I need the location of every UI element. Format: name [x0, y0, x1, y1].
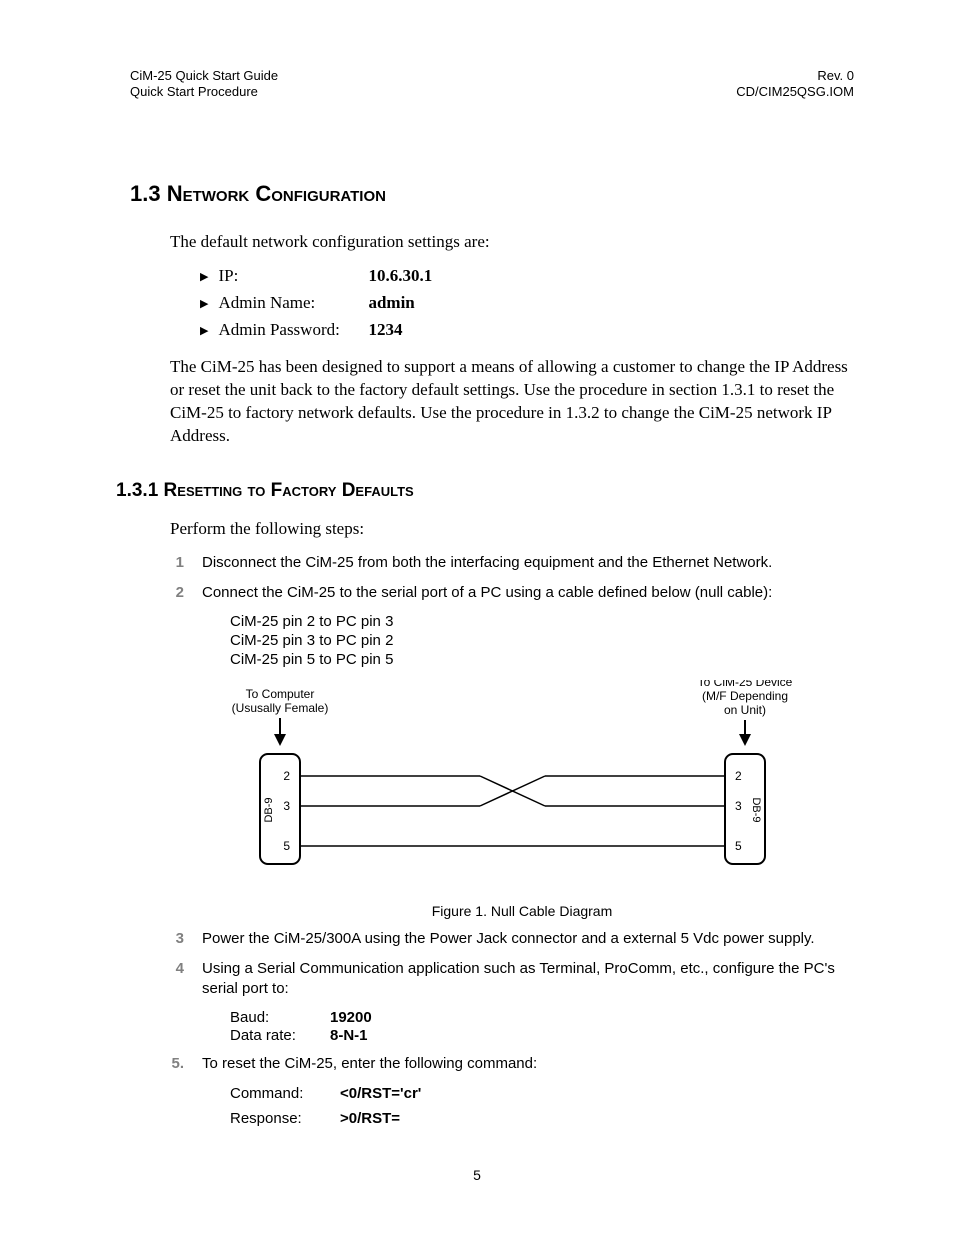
default-value: 1234	[368, 319, 402, 342]
fig-pin: 5	[283, 839, 290, 853]
pin-line: CiM-25 pin 5 to PC pin 5	[230, 651, 854, 670]
fig-right-label-2: (M/F Depending	[702, 689, 788, 703]
fig-pin: 2	[283, 769, 290, 783]
section-number: 1.3	[130, 181, 161, 206]
list-item: ▶ Admin Name: admin	[200, 292, 854, 315]
header-right-line1: Rev. 0	[817, 68, 854, 83]
step-number: 4	[170, 959, 184, 1000]
serial-label: Baud:	[230, 1009, 330, 1026]
fig-right-label-3: on Unit)	[724, 703, 766, 717]
page-number: 5	[0, 1167, 954, 1183]
fig-left-label-1: To Computer	[246, 687, 315, 701]
list-item: ▶ IP: 10.6.30.1	[200, 265, 854, 288]
figure-caption: Figure 1. Null Cable Diagram	[190, 903, 854, 919]
steps-list-cont: 3 Power the CiM-25/300A using the Power …	[170, 929, 854, 1000]
default-value: 10.6.30.1	[368, 265, 432, 288]
serial-row: Data rate: 8-N-1	[230, 1027, 854, 1044]
steps-list-cont2: 5. To reset the CiM-25, enter the follow…	[170, 1054, 854, 1074]
fig-left-label-2: (Ususally Female)	[232, 701, 329, 715]
header-left: CiM-25 Quick Start Guide Quick Start Pro…	[130, 68, 278, 101]
fig-pin: 3	[735, 799, 742, 813]
step-item: 3 Power the CiM-25/300A using the Power …	[170, 929, 854, 949]
pin-line: CiM-25 pin 2 to PC pin 3	[230, 613, 854, 632]
step-number: 1	[170, 553, 184, 573]
triangle-icon: ▶	[200, 299, 208, 310]
serial-settings-block: Baud: 19200 Data rate: 8-N-1	[230, 1009, 854, 1044]
header-right-line2: CD/CIM25QSG.IOM	[736, 84, 854, 99]
triangle-icon: ▶	[200, 272, 208, 283]
step-item: 4 Using a Serial Communication applicati…	[170, 959, 854, 1000]
subsection-intro: Perform the following steps:	[170, 518, 854, 541]
fig-db9-right: DB-9	[750, 797, 762, 822]
step-text: Using a Serial Communication application…	[202, 959, 854, 1000]
figure-null-cable: To Computer (Ususally Female) To CiM-25 …	[190, 680, 854, 919]
fig-pin: 2	[735, 769, 742, 783]
command-value: >0/RST=	[340, 1110, 400, 1127]
step-text: Disconnect the CiM-25 from both the inte…	[202, 553, 854, 573]
page-header: CiM-25 Quick Start Guide Quick Start Pro…	[130, 68, 854, 101]
null-cable-diagram: To Computer (Ususally Female) To CiM-25 …	[190, 680, 810, 880]
default-label: Admin Password:	[218, 319, 358, 342]
default-label: Admin Name:	[218, 292, 358, 315]
defaults-list: ▶ IP: 10.6.30.1 ▶ Admin Name: admin ▶ Ad…	[200, 265, 854, 342]
step-number: 2	[170, 583, 184, 603]
step-number: 3	[170, 929, 184, 949]
step-text: To reset the CiM-25, enter the following…	[202, 1054, 854, 1074]
header-left-line1: CiM-25 Quick Start Guide	[130, 68, 278, 83]
default-label: IP:	[218, 265, 358, 288]
fig-right-label-1: To CiM-25 Device	[698, 680, 793, 689]
fig-pin: 3	[283, 799, 290, 813]
fig-pin: 5	[735, 839, 742, 853]
fig-db9-left: DB-9	[263, 797, 275, 822]
default-value: admin	[368, 292, 414, 315]
subsection-number: 1.3.1	[116, 480, 158, 501]
command-label: Command:	[230, 1085, 340, 1102]
step-item: 2 Connect the CiM-25 to the serial port …	[170, 583, 854, 603]
command-value: <0/RST='cr'	[340, 1085, 421, 1102]
serial-label: Data rate:	[230, 1027, 330, 1044]
header-right: Rev. 0 CD/CIM25QSG.IOM	[736, 68, 854, 101]
pin-mapping-block: CiM-25 pin 2 to PC pin 3 CiM-25 pin 3 to…	[230, 613, 854, 669]
header-left-line2: Quick Start Procedure	[130, 84, 258, 99]
step-number: 5.	[170, 1054, 184, 1074]
step-text: Connect the CiM-25 to the serial port of…	[202, 583, 854, 603]
subsection-title: Resetting to Factory Defaults	[164, 480, 414, 501]
pin-line: CiM-25 pin 3 to PC pin 2	[230, 632, 854, 651]
step-item: 5. To reset the CiM-25, enter the follow…	[170, 1054, 854, 1074]
section-body: The default network configuration settin…	[170, 231, 854, 449]
command-row: Response: >0/RST=	[230, 1110, 854, 1127]
page: CiM-25 Quick Start Guide Quick Start Pro…	[0, 0, 954, 1235]
steps-list: 1 Disconnect the CiM-25 from both the in…	[170, 553, 854, 604]
section-intro: The default network configuration settin…	[170, 231, 854, 254]
step-text: Power the CiM-25/300A using the Power Ja…	[202, 929, 854, 949]
serial-row: Baud: 19200	[230, 1009, 854, 1026]
command-block: Command: <0/RST='cr' Response: >0/RST=	[230, 1085, 854, 1127]
command-label: Response:	[230, 1110, 340, 1127]
triangle-icon: ▶	[200, 326, 208, 337]
serial-value: 8-N-1	[330, 1027, 368, 1044]
list-item: ▶ Admin Password: 1234	[200, 319, 854, 342]
section-heading: 1.3 Network Configuration	[130, 181, 854, 207]
section-paragraph: The CiM-25 has been designed to support …	[170, 356, 854, 448]
subsection-heading: 1.3.1 Resetting to Factory Defaults	[116, 480, 854, 502]
command-row: Command: <0/RST='cr'	[230, 1085, 854, 1102]
serial-value: 19200	[330, 1009, 372, 1026]
section-title: Network Configuration	[167, 181, 386, 206]
step-item: 1 Disconnect the CiM-25 from both the in…	[170, 553, 854, 573]
subsection-body: Perform the following steps:	[170, 518, 854, 541]
